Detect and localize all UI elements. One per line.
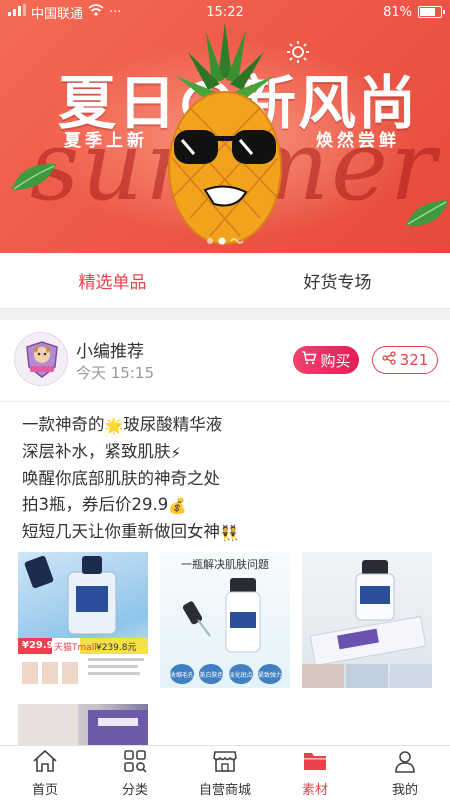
nav-label: 自营商城: [198, 782, 251, 798]
leaf-decoration-right: [406, 200, 448, 227]
post-photo[interactable]: ¥29.9 天猫Tmall ¥239.8元: [18, 552, 148, 688]
post-time: 今天 15:15: [76, 364, 154, 382]
content-tabs: 精选单品 好货专场: [0, 253, 450, 309]
wifi-icon: [88, 4, 104, 20]
nav-label: 我的: [391, 782, 418, 798]
paw-patrol-badge-icon: [26, 341, 58, 378]
battery-icon: [418, 6, 445, 18]
post-card: 小编推荐 今天 15:15 购买 321 一款神奇的🌟玻尿酸精华液 深层补水，紧…: [0, 320, 450, 750]
buy-button[interactable]: 购买: [293, 346, 359, 374]
banner-subtitle-left: 夏季上新: [64, 131, 148, 151]
post-line: 拍3瓶，券后价29.9💰: [22, 492, 432, 519]
pineapple-illustration: [168, 22, 282, 245]
tab-featured-items[interactable]: 精选单品: [0, 253, 225, 308]
photo-tag-row: 收缩毛孔 美白肤色 淡化斑点 紧致弹力: [170, 664, 282, 684]
photo-tag: 淡化斑点: [228, 664, 253, 684]
banner-pager-dots[interactable]: [205, 236, 245, 246]
post-line-text: 深层补水，紧致肌肤: [22, 442, 171, 461]
photo-coupon-tag: ¥239.8元: [96, 643, 137, 653]
status-bar: 中国联通 ··· 15:22 81%: [0, 0, 450, 24]
post-photo[interactable]: [18, 704, 148, 750]
lightning-emoji-icon: ⚡: [170, 444, 182, 462]
share-count: 321: [399, 351, 429, 369]
post-line-text: 拍3瓶，券后价29.9: [22, 495, 169, 514]
nav-item-store[interactable]: 自营商城: [180, 746, 270, 800]
carrier-name: 中国联通: [31, 6, 84, 22]
post-photo[interactable]: [302, 552, 432, 688]
signal-icon: [8, 4, 26, 20]
photo-tag: 紧致弹力: [257, 664, 282, 684]
post-body: 一款神奇的🌟玻尿酸精华液 深层补水，紧致肌肤⚡ 唤醒你底部肌肤的神奇之处 拍3瓶…: [22, 412, 432, 546]
nav-item-home[interactable]: 首页: [0, 746, 90, 800]
serum-box-image: [302, 560, 432, 688]
star-emoji-icon: 🌟: [104, 417, 124, 435]
home-icon: [32, 749, 58, 777]
post-header: 小编推荐 今天 15:15 购买 321: [0, 320, 450, 402]
dancers-emoji-icon: 👯: [220, 524, 239, 542]
nav-label: 首页: [31, 782, 58, 798]
post-author: 小编推荐: [76, 342, 144, 362]
share-button[interactable]: 321: [372, 346, 438, 374]
battery-level: [420, 8, 435, 16]
post-line: 深层补水，紧致肌肤⚡: [22, 439, 432, 466]
post-line: 短短几天让你重新做回女神👯: [22, 519, 432, 546]
post-line-text: 一款神奇的: [22, 415, 105, 434]
folder-icon: [302, 749, 328, 777]
avatar[interactable]: [14, 332, 68, 386]
photo-tag: 美白肤色: [199, 664, 224, 684]
post-photo[interactable]: 一瓶解决肌肤问题 收缩毛孔 美白肤色 淡化斑点 紧致弹力: [160, 552, 290, 688]
post-line: 唤醒你底部肌肤的神奇之处: [22, 466, 432, 492]
post-line-text: 玻尿酸精华液: [123, 415, 223, 434]
photo-price-tag: ¥29.9: [22, 640, 54, 651]
status-more-dots: ···: [109, 4, 122, 20]
photo-store-tag: 天猫Tmall: [54, 643, 97, 653]
product-packaging-image: [18, 704, 148, 750]
share-icon: [382, 351, 396, 369]
tab-good-deals[interactable]: 好货专场: [225, 253, 450, 308]
leaf-decoration-left: [12, 163, 56, 190]
sun-icon: [287, 41, 309, 63]
post-line-text: 唤醒你底部肌肤的神奇之处: [22, 469, 220, 488]
serum-bottle-image: [18, 555, 148, 688]
nav-item-category[interactable]: 分类: [90, 746, 180, 800]
bottom-nav: 首页 分类 自营商城 素材 我的: [0, 745, 450, 800]
buy-label: 购买: [320, 351, 351, 370]
nav-item-profile[interactable]: 我的: [360, 746, 450, 800]
store-icon: [212, 749, 238, 777]
user-icon: [393, 749, 417, 777]
cart-icon: [301, 351, 317, 369]
money-bag-emoji-icon: 💰: [168, 497, 187, 515]
category-icon: [123, 749, 147, 777]
battery-percent: 81%: [383, 4, 412, 20]
post-line: 一款神奇的🌟玻尿酸精华液: [22, 412, 432, 439]
nav-label: 素材: [301, 782, 328, 798]
photo-tag: 收缩毛孔: [170, 664, 194, 684]
photo-headline: 一瓶解决肌肤问题: [181, 558, 269, 571]
banner-subtitle-right: 焕然尝鲜: [316, 131, 400, 151]
promo-banner[interactable]: summer 夏日の新风尚 夏季上新 焕然尝鲜: [0, 0, 450, 253]
post-line-text: 短短几天让你重新做回女神: [22, 522, 220, 541]
nav-label: 分类: [121, 782, 148, 798]
nav-item-materials[interactable]: 素材: [270, 746, 360, 800]
